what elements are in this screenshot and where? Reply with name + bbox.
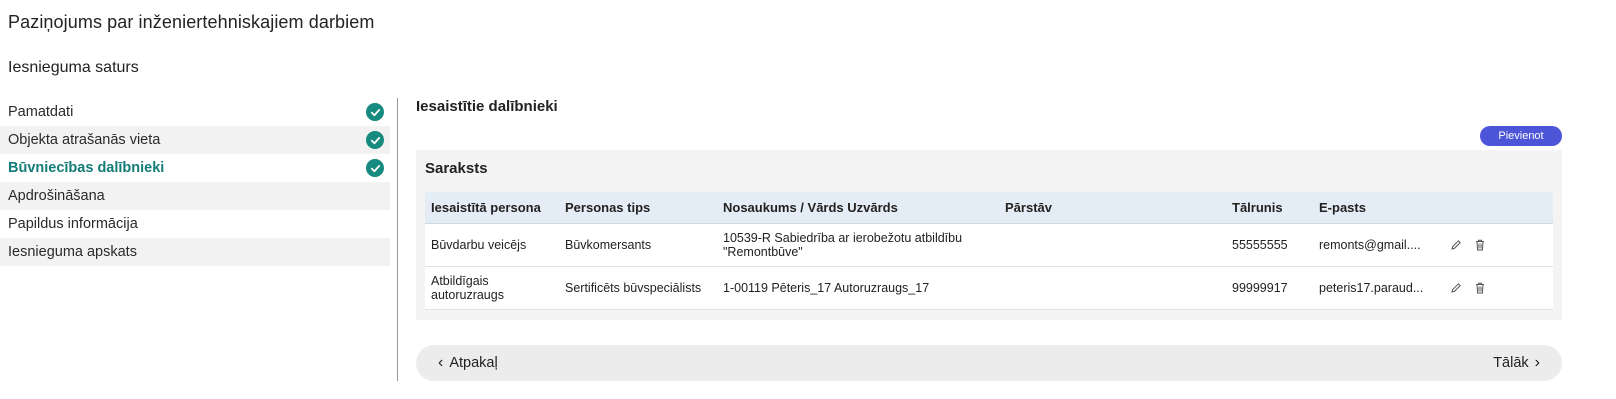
chevron-right-icon: › (1534, 354, 1540, 371)
check-circle-icon (366, 159, 384, 177)
table-row: Atbildīgais autoruzraugs Sertificēts būv… (425, 267, 1553, 310)
cell-type: Būvkomersants (565, 238, 652, 252)
sidebar-step-iesnieguma-apskats[interactable]: Iesnieguma apskats (0, 238, 390, 266)
cell-name: 1-00119 Pēteris_17 Autoruzraugs_17 (723, 281, 930, 295)
check-circle-icon (366, 103, 384, 121)
participants-card: Saraksts Iesaistītā persona Personas tip… (416, 150, 1562, 320)
column-header-name[interactable]: Nosaukums / Vārds Uzvārds (723, 200, 993, 215)
step-label: Objekta atrašanās vieta (8, 132, 161, 148)
pencil-icon[interactable] (1449, 281, 1463, 295)
trash-icon[interactable] (1473, 238, 1487, 252)
sidebar-step-papildus-informacija[interactable]: Papildus informācija (0, 210, 390, 238)
check-circle-icon (366, 131, 384, 149)
cell-name: 10539-R Sabiedrība ar ierobežotu atbildī… (723, 231, 963, 259)
column-header-role[interactable]: Iesaistītā persona (431, 200, 561, 215)
participants-table: Iesaistītā persona Personas tips Nosauku… (425, 192, 1553, 310)
column-header-email[interactable]: E-pasts (1319, 201, 1443, 215)
row-actions (1449, 281, 1509, 295)
sidebar-step-objekta-atrasanas-vieta[interactable]: Objekta atrašanās vieta (0, 126, 390, 154)
table-row: Būvdarbu veicējs Būvkomersants 10539-R S… (425, 224, 1553, 267)
step-label: Apdrošināšana (8, 188, 105, 204)
add-participant-button[interactable]: Pievienot (1480, 126, 1562, 146)
sidebar-step-apdrosinasana[interactable]: Apdrošināšana (0, 182, 390, 210)
step-label: Būvniecības dalībnieki (8, 160, 165, 176)
cell-email: remonts@gmail.... (1319, 238, 1421, 252)
next-button[interactable]: Tālāk › (1493, 345, 1540, 381)
trash-icon[interactable] (1473, 281, 1487, 295)
back-button[interactable]: ‹ Atpakaļ (438, 345, 498, 381)
step-label: Pamatdati (8, 104, 74, 120)
cell-type: Sertificēts būvspeciālists (565, 281, 702, 295)
pencil-icon[interactable] (1449, 238, 1463, 252)
column-header-type[interactable]: Personas tips (565, 200, 715, 215)
cell-phone: 55555555 (1232, 238, 1288, 252)
steps-sidebar: Pamatdati Objekta atrašanās vieta Būvnie… (0, 98, 390, 266)
cell-email: peteris17.paraud... (1319, 281, 1424, 295)
section-title: Iesnieguma saturs (8, 59, 139, 76)
next-label: Tālāk (1493, 355, 1529, 371)
cell-role: Būvdarbu veicējs (431, 238, 527, 252)
step-label: Iesnieguma apskats (8, 244, 137, 260)
column-header-phone[interactable]: Tālrunis (1232, 200, 1312, 215)
chevron-left-icon: ‹ (438, 354, 444, 371)
cell-role: Atbildīgais autoruzraugs (431, 274, 504, 302)
main-heading: Iesaistītie dalībnieki (416, 98, 558, 115)
wizard-navigation: ‹ Atpakaļ Tālāk › (416, 345, 1562, 381)
step-label: Papildus informācija (8, 216, 138, 232)
row-actions (1449, 238, 1509, 252)
table-header: Iesaistītā persona Personas tips Nosauku… (425, 192, 1553, 224)
card-title: Saraksts (425, 160, 488, 177)
vertical-divider (397, 98, 398, 381)
page-title: Paziņojums par inženiertehniskajiem darb… (8, 12, 375, 32)
sidebar-step-pamatdati[interactable]: Pamatdati (0, 98, 390, 126)
column-header-represents[interactable]: Pārstāv (1005, 200, 1125, 215)
cell-phone: 99999917 (1232, 281, 1288, 295)
back-label: Atpakaļ (449, 355, 498, 371)
sidebar-step-buvniecibas-dalibnieki[interactable]: Būvniecības dalībnieki (0, 154, 390, 182)
